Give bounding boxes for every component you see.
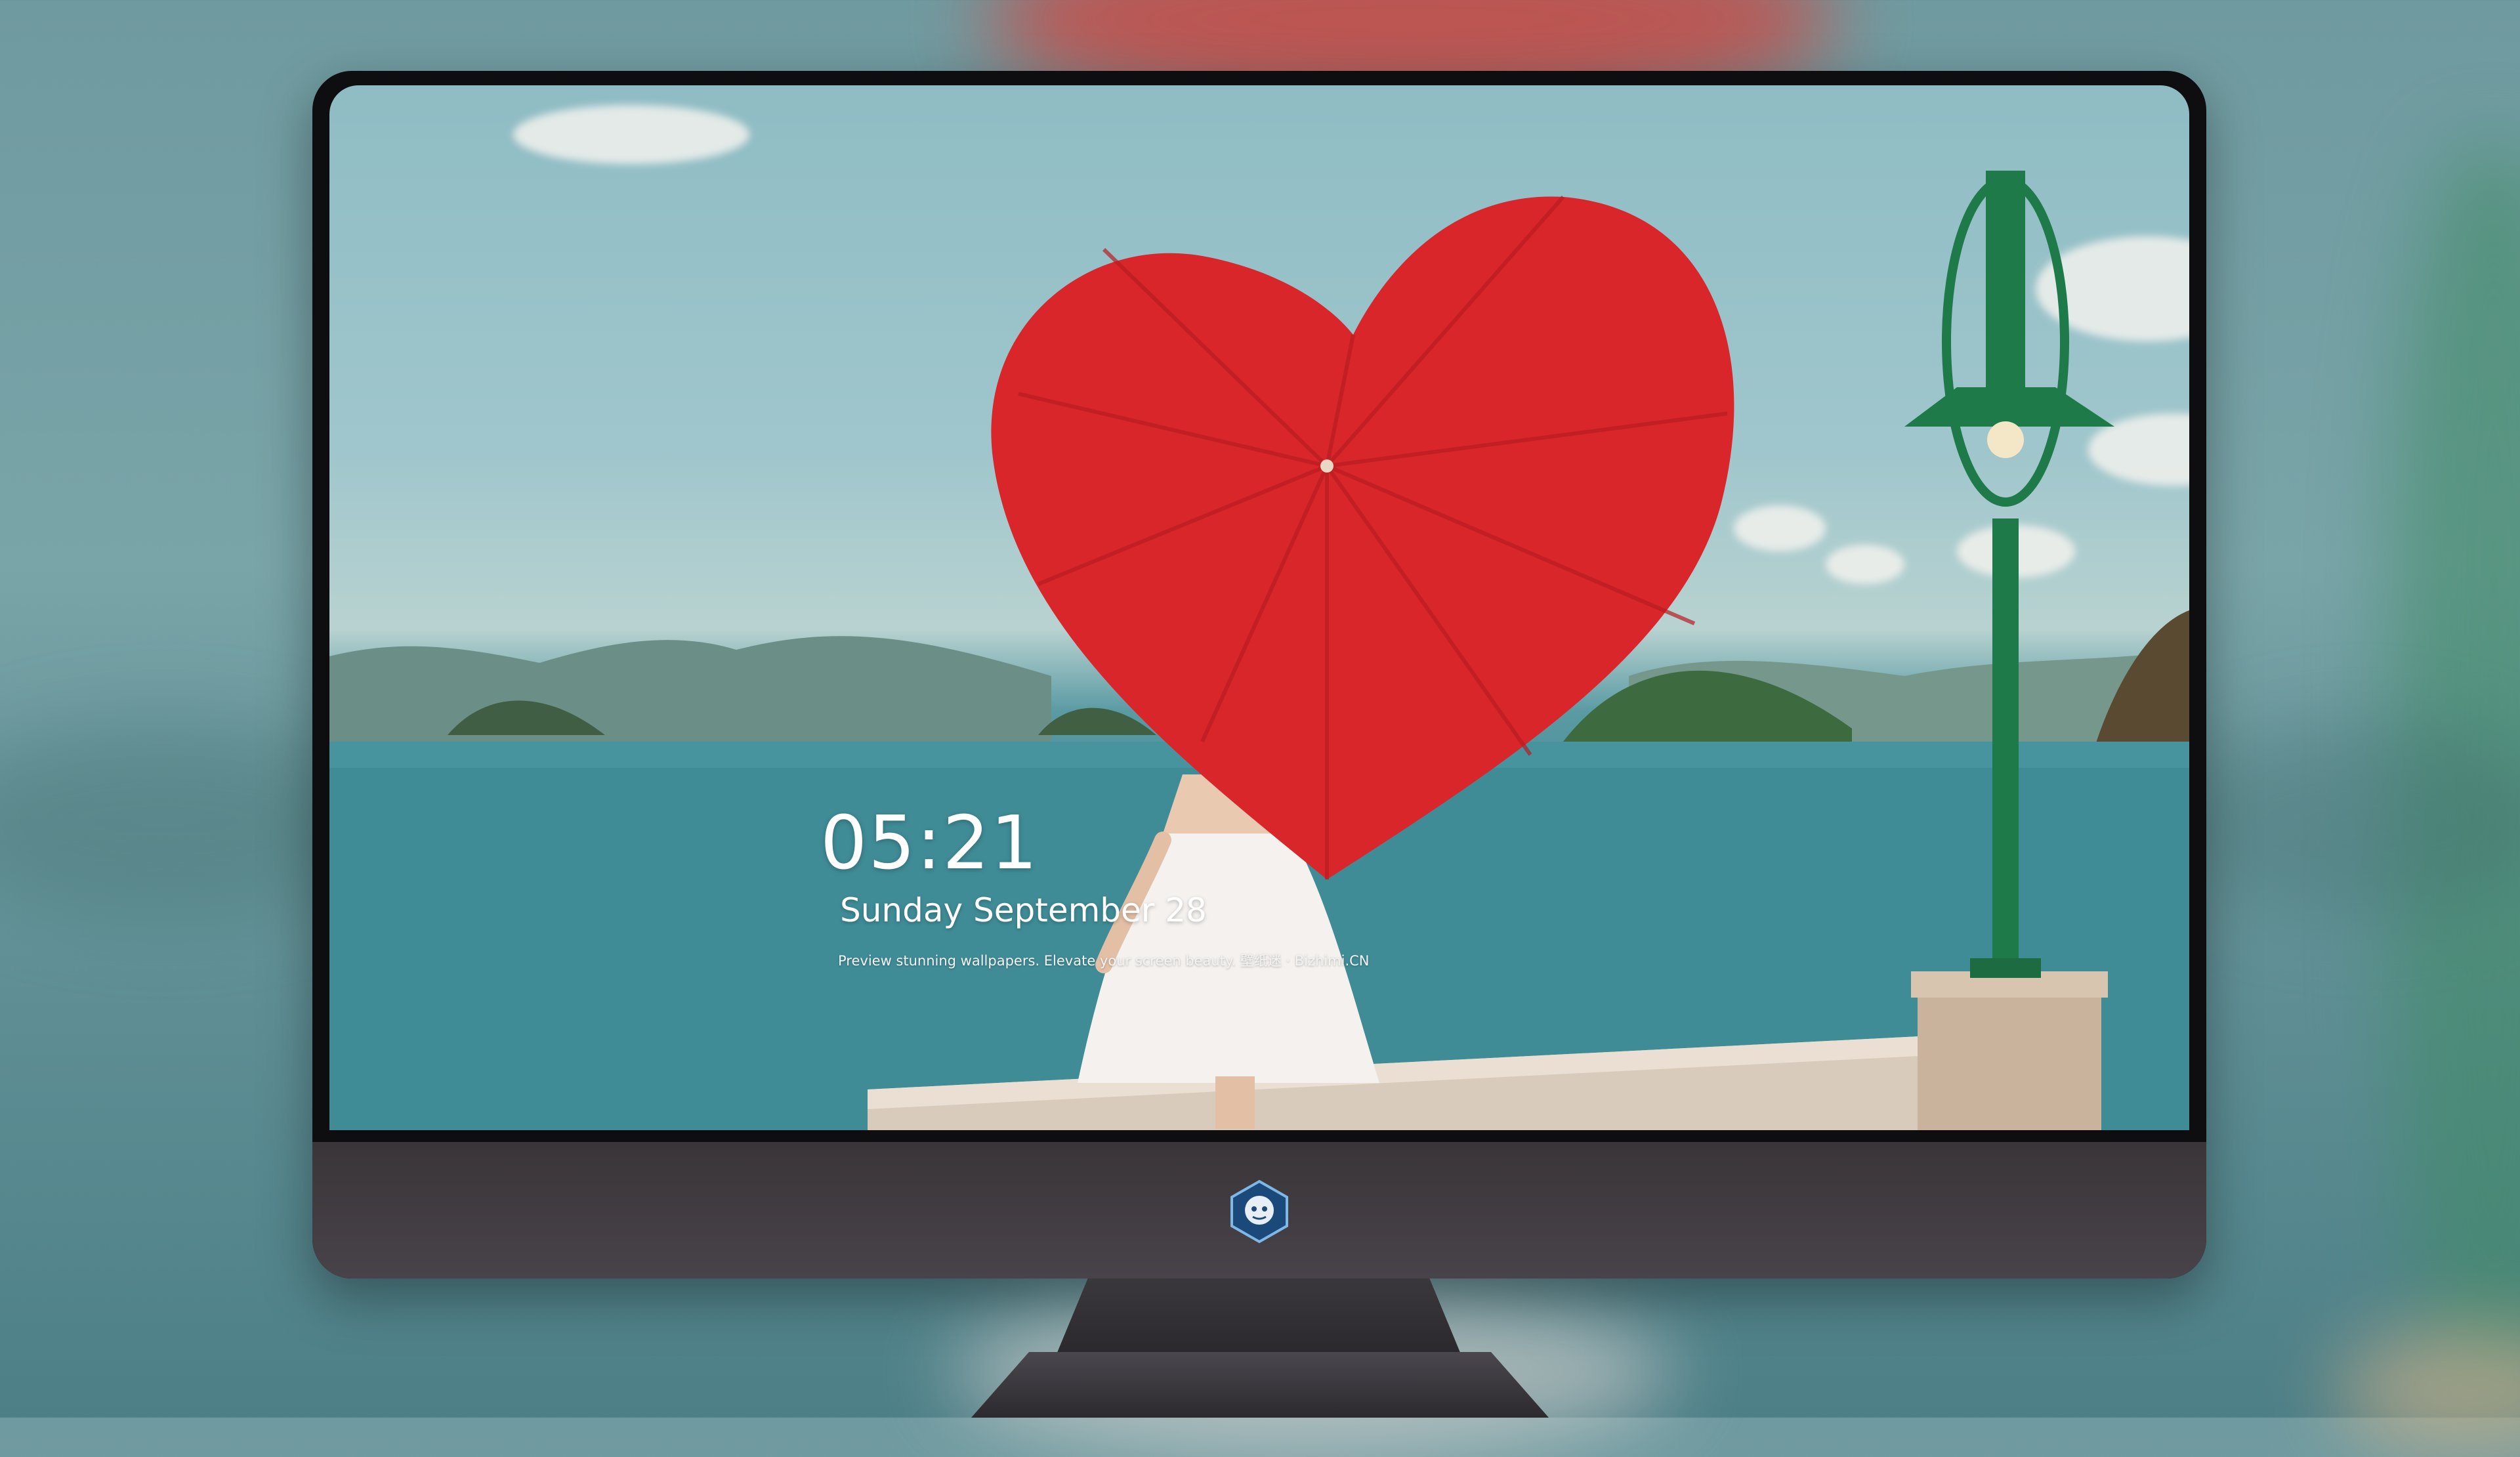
background-haze-right: [2166, 722, 2520, 919]
monitor-stand-neck: [1055, 1278, 1462, 1357]
screen: 05:21 Sunday September 28 Preview stunni…: [329, 85, 2189, 1130]
wallpaper-tagline: Preview stunning wallpapers. Elevate you…: [838, 953, 1370, 969]
brand-logo-icon: [1230, 1179, 1288, 1244]
monitor-chin: [312, 1142, 2206, 1278]
monitor-stand-base: [971, 1352, 1549, 1418]
scenery-svg: [329, 171, 2189, 1130]
monitor: 05:21 Sunday September 28 Preview stunni…: [312, 71, 2206, 1278]
lock-screen-clock: 05:21: [820, 801, 1039, 886]
wallpaper: [329, 85, 2189, 1130]
background-sand-blur: [2336, 1326, 2520, 1457]
lock-screen-date: Sunday September 28: [840, 891, 1207, 929]
